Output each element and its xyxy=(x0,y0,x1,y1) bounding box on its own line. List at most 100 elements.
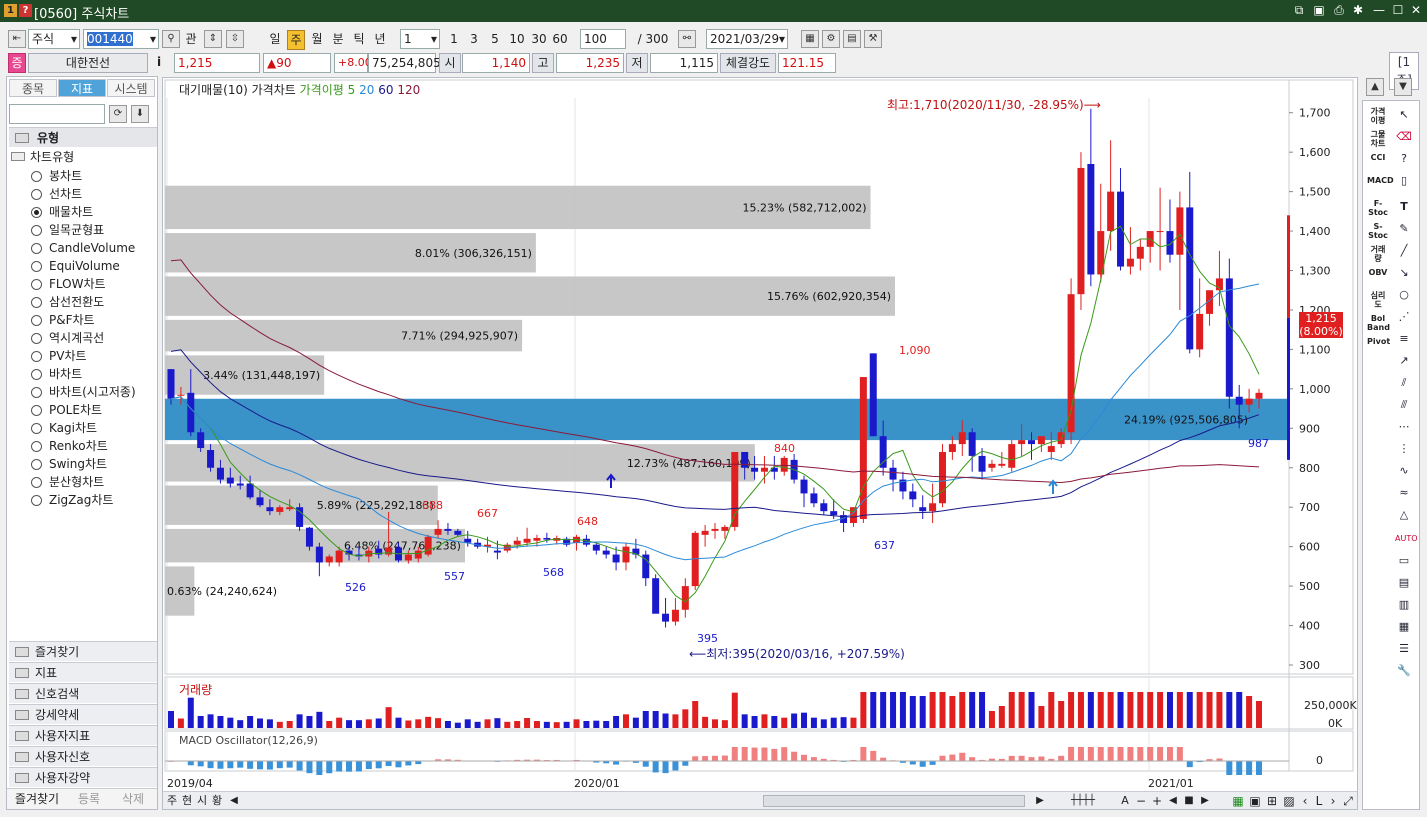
chart-type-label[interactable]: 역시계곡선 xyxy=(49,329,104,347)
tab-hwang[interactable]: 황 xyxy=(210,792,224,810)
chart-type-radio[interactable] xyxy=(31,369,42,380)
interval-3[interactable]: 3 xyxy=(466,30,482,48)
indicator-shortcut[interactable]: F-Stoc xyxy=(1367,199,1389,217)
tree-group[interactable]: 차트유형 xyxy=(11,148,74,166)
chart-type-label[interactable]: Renko차트 xyxy=(49,437,108,455)
folder-item[interactable]: 강세약세 xyxy=(9,704,157,724)
code-input[interactable]: 001440 ▾ xyxy=(83,29,159,49)
text-icon[interactable]: T xyxy=(1395,199,1413,215)
close-icon[interactable]: ✕ xyxy=(1408,2,1424,18)
ray-icon[interactable]: ↘ xyxy=(1395,265,1413,281)
calendar-icon[interactable]: ▦ xyxy=(801,30,819,48)
print-icon[interactable]: ⎙ xyxy=(1331,2,1347,18)
folder-item[interactable]: 신호검색 xyxy=(9,683,157,703)
period-tick[interactable]: 틱 xyxy=(350,30,368,48)
chart-type-radio[interactable] xyxy=(31,387,42,398)
zoom-slider[interactable]: ┼┼┼┼ xyxy=(1051,792,1115,810)
help-icon[interactable]: ? xyxy=(1395,151,1413,167)
indicator-shortcut[interactable]: 심리도 xyxy=(1367,291,1389,309)
chart-type-radio[interactable] xyxy=(31,297,42,308)
register-button[interactable]: 등록 xyxy=(71,790,107,808)
updown-icon[interactable]: ⇳ xyxy=(226,30,244,48)
eraser-icon[interactable]: ⌫ xyxy=(1395,129,1413,145)
refresh-icon[interactable]: ⟳ xyxy=(109,105,127,123)
period-minute[interactable]: 분 xyxy=(329,30,347,48)
chart-type-radio[interactable] xyxy=(31,261,42,272)
chart-type-radio[interactable] xyxy=(31,225,42,236)
chart-type-radio[interactable] xyxy=(31,405,42,416)
help-icon[interactable]: ? xyxy=(19,4,32,17)
folder-item[interactable]: 즐겨찾기 xyxy=(9,641,157,661)
sync-icon[interactable]: ⇕ xyxy=(204,30,222,48)
search-button[interactable]: 관 xyxy=(181,30,201,48)
next-icon[interactable]: ▶ xyxy=(1199,792,1211,810)
chart-type-label[interactable]: Kagi차트 xyxy=(49,419,97,437)
scrollbar[interactable] xyxy=(763,795,1025,807)
bar-icon[interactable]: ▥ xyxy=(1395,597,1413,613)
zoom-out-icon[interactable]: − xyxy=(1135,792,1147,810)
gann-icon[interactable]: ↗ xyxy=(1395,353,1413,369)
indicator-search-input[interactable] xyxy=(9,104,105,124)
indicator-shortcut[interactable]: OBV xyxy=(1367,268,1389,277)
tool-icon[interactable]: ⚒ xyxy=(864,30,882,48)
fan-icon[interactable]: ⋰ xyxy=(1395,309,1413,325)
zoom-in-icon[interactable]: + xyxy=(1151,792,1163,810)
first-icon[interactable]: ⇤ xyxy=(8,30,26,48)
scroll-up-icon[interactable]: ▲ xyxy=(1366,78,1384,96)
gear-icon[interactable]: ⚙ xyxy=(822,30,840,48)
interval-60[interactable]: 60 xyxy=(550,30,570,48)
chart-type-radio[interactable] xyxy=(31,171,42,182)
download-icon[interactable]: ⬇ xyxy=(131,105,149,123)
chart-type-radio[interactable] xyxy=(31,459,42,470)
chart-type-label[interactable]: Swing차트 xyxy=(49,455,107,473)
doc-icon[interactable]: ▤ xyxy=(1395,575,1413,591)
chart-type-radio[interactable] xyxy=(31,315,42,326)
cursor-icon[interactable]: ↖ xyxy=(1395,107,1413,123)
grid-icon[interactable]: ⊞ xyxy=(1265,792,1279,810)
list-icon[interactable]: ☰ xyxy=(1395,641,1413,657)
scroll-down-icon[interactable]: ▼ xyxy=(1394,78,1412,96)
period-year[interactable]: 년 xyxy=(371,30,389,48)
chart-type-label[interactable]: 일목균형표 xyxy=(49,221,104,239)
chart-type-radio[interactable] xyxy=(31,495,42,506)
fit-icon[interactable]: ⤢ xyxy=(1341,792,1355,810)
prev-icon[interactable]: ◀ xyxy=(1167,792,1179,810)
maximize-icon[interactable]: ☐ xyxy=(1390,2,1406,18)
tab-indicators[interactable]: 지표 xyxy=(58,79,106,97)
chart-type-radio[interactable] xyxy=(31,279,42,290)
chart-type-label[interactable]: CandleVolume xyxy=(49,239,135,257)
folder-item[interactable]: 사용자신호 xyxy=(9,746,157,766)
folder-item[interactable]: 지표 xyxy=(9,662,157,682)
cycle-icon[interactable]: ∿ xyxy=(1395,463,1413,479)
fibonacci-icon[interactable]: ≡ xyxy=(1395,331,1413,347)
chart-type-label[interactable]: EquiVolume xyxy=(49,257,120,275)
chart-type-radio[interactable] xyxy=(31,477,42,488)
link-chain-icon[interactable]: ⚯ xyxy=(678,30,696,48)
prev-page-icon[interactable]: ‹ xyxy=(1299,792,1311,810)
chart-type-label[interactable]: ZigZag차트 xyxy=(49,491,113,509)
andrews-icon[interactable]: ⋮ xyxy=(1395,441,1413,457)
tab-hyeon[interactable]: 현 xyxy=(180,792,194,810)
window-icon[interactable]: ▭ xyxy=(1395,553,1413,569)
indicator-shortcut[interactable]: S-Stoc xyxy=(1367,222,1389,240)
delete-button[interactable]: 삭제 xyxy=(115,790,151,808)
stop-icon[interactable]: ■ xyxy=(1183,792,1195,810)
chart-type-radio[interactable] xyxy=(31,243,42,254)
scroll-left-icon[interactable]: ◀ xyxy=(227,792,241,810)
chart-type-radio[interactable] xyxy=(31,207,42,218)
date-select[interactable]: 2021/03/29 ▾ xyxy=(706,29,788,49)
scroll-right-icon[interactable]: ▶ xyxy=(1033,792,1047,810)
label-icon[interactable]: ▯ xyxy=(1395,173,1413,189)
wrench-icon[interactable]: 🔧 xyxy=(1395,663,1413,679)
legend-price[interactable]: 가격차트 xyxy=(252,83,296,97)
indicator-shortcut[interactable]: CCI xyxy=(1367,153,1389,162)
period-week[interactable]: 주 xyxy=(287,30,305,50)
tab-stocks[interactable]: 종목 xyxy=(9,79,57,97)
interval-5[interactable]: 5 xyxy=(487,30,503,48)
export-icon[interactable]: ▣ xyxy=(1248,792,1262,810)
tab-ju[interactable]: 주 xyxy=(165,792,179,810)
legend-profile[interactable]: 대기매물(10) xyxy=(179,83,248,97)
chart-type-radio[interactable] xyxy=(31,189,42,200)
channel-icon[interactable]: ⫽ xyxy=(1395,375,1413,391)
indicator-shortcut[interactable]: Bol Band xyxy=(1367,314,1390,332)
